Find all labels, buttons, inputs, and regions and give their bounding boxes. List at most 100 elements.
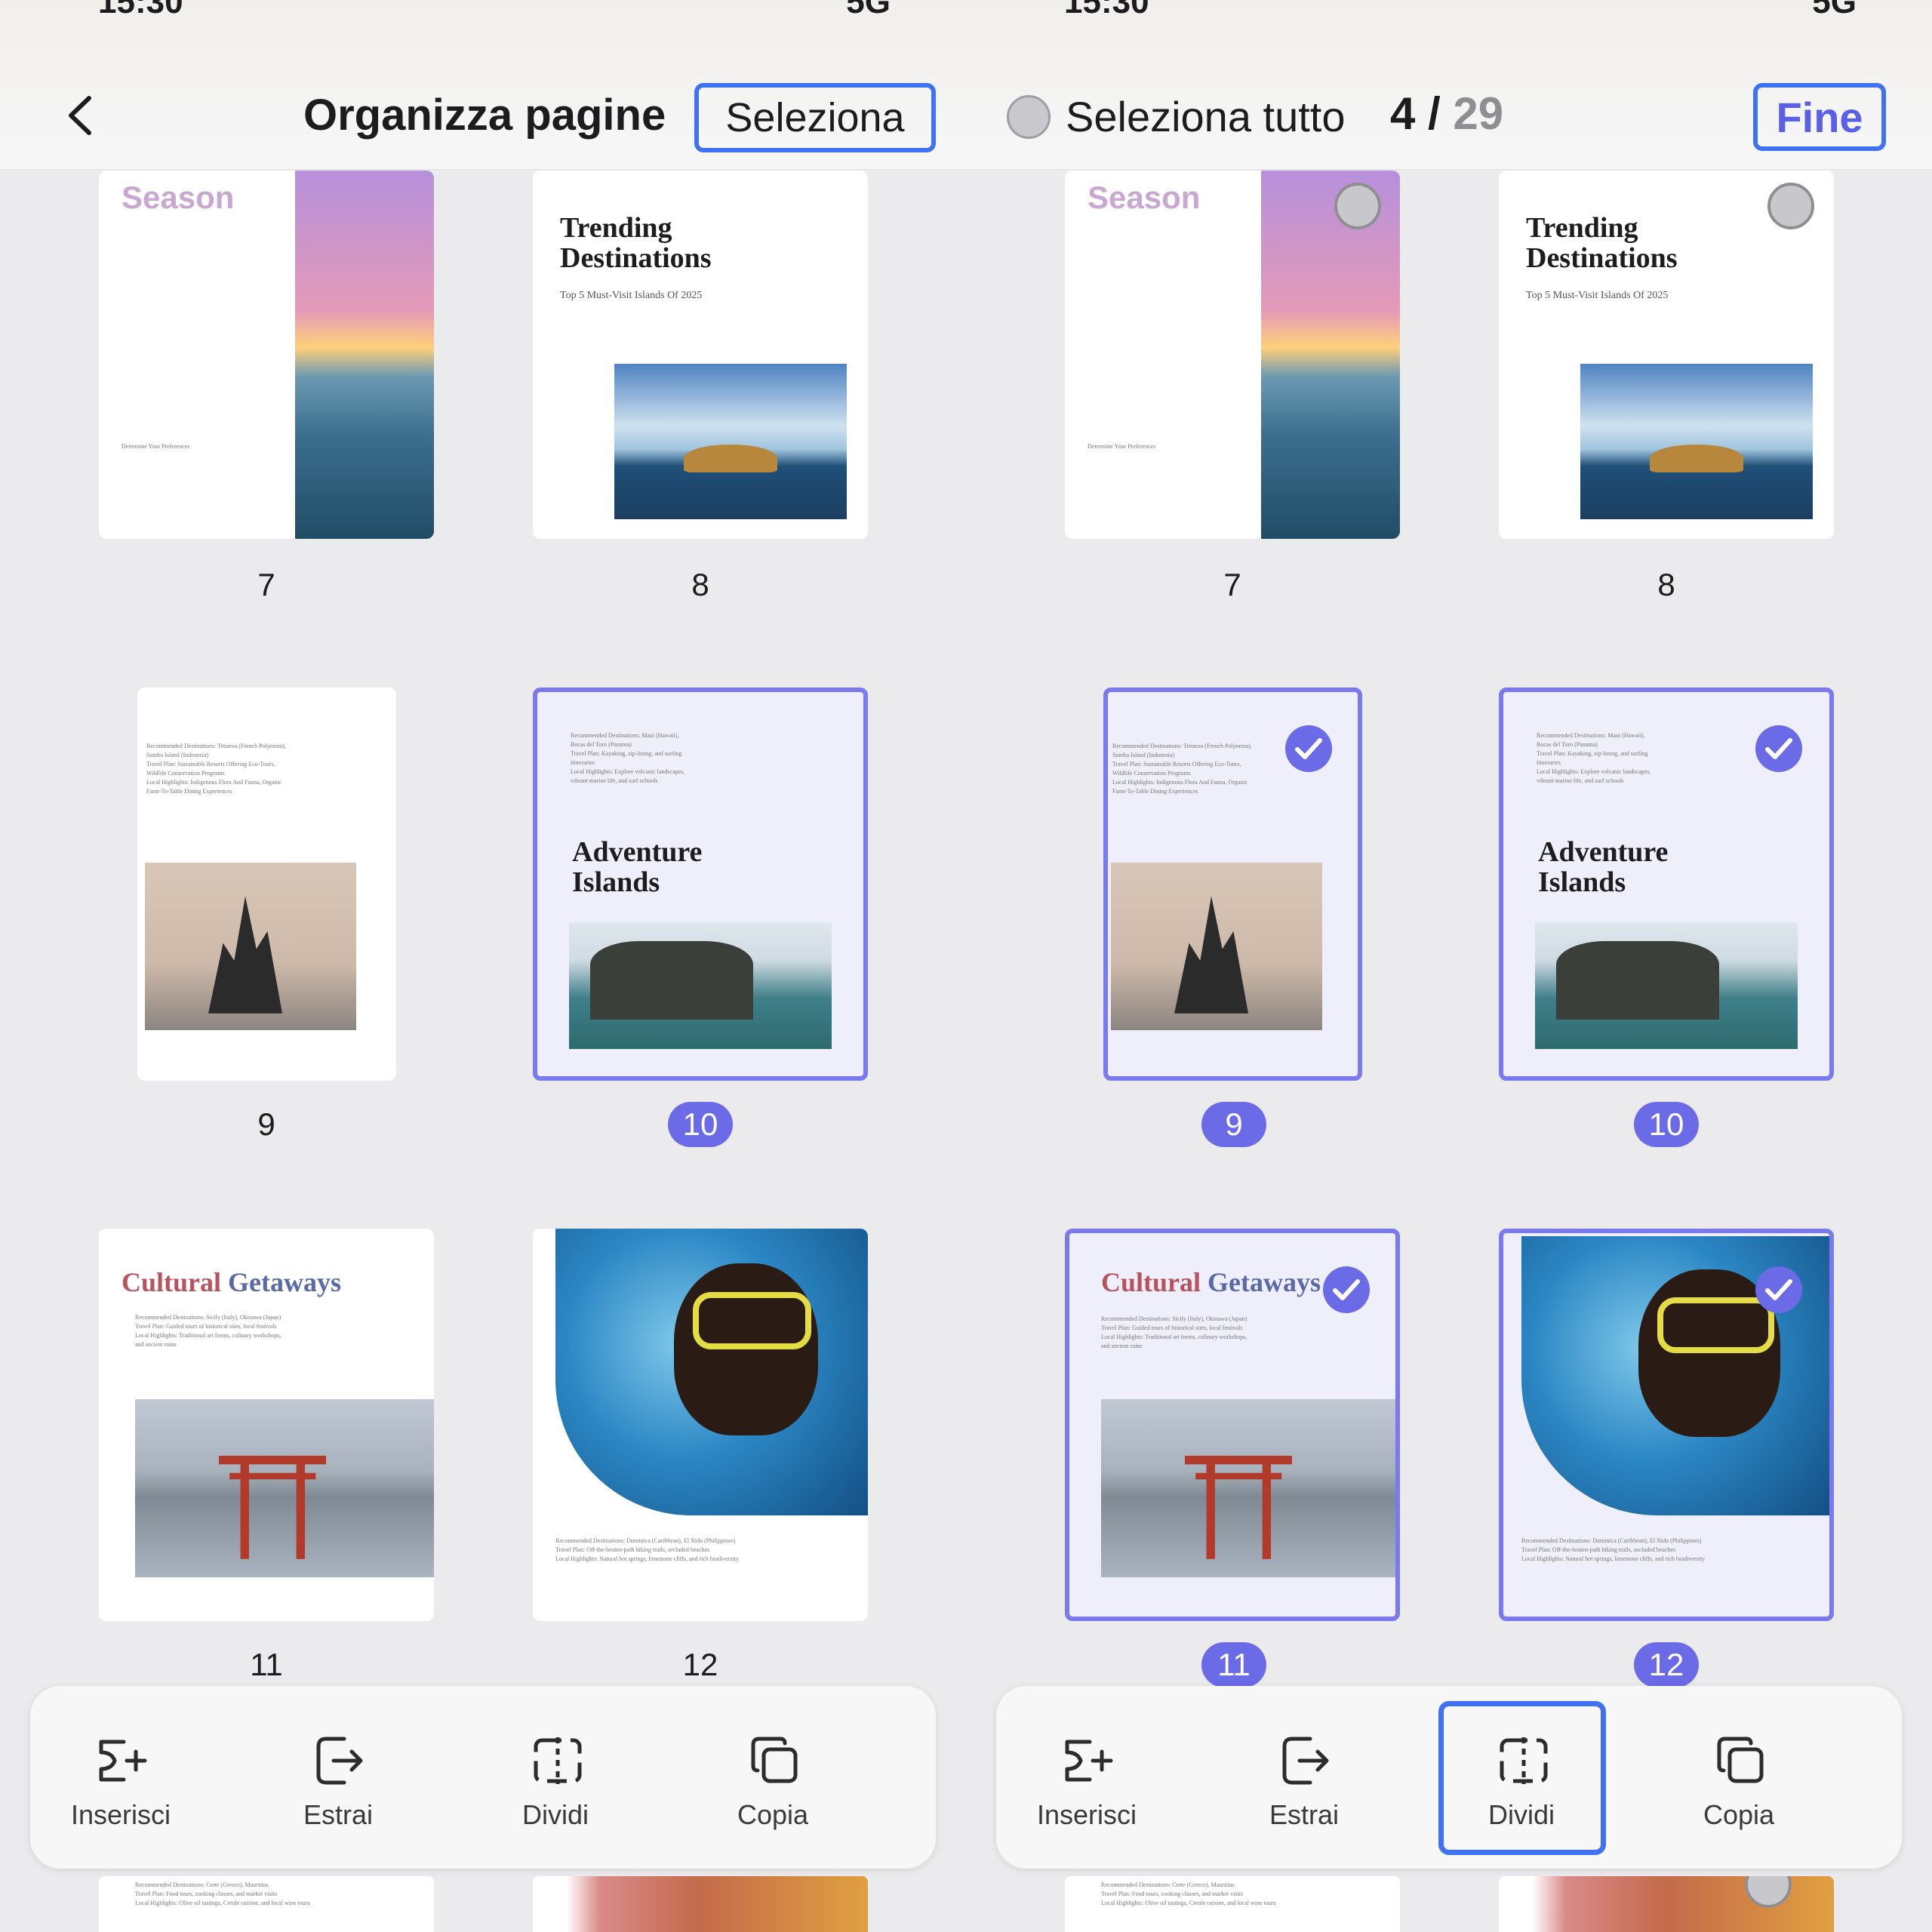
page-heading-line2: Islands [572, 866, 660, 898]
page-heading-line1: Adventure [572, 836, 703, 868]
copy-button[interactable]: Copia [682, 1686, 863, 1869]
rock-photo [1111, 863, 1322, 1030]
page-subheading: Determine Your Preferences [1088, 443, 1156, 450]
page-thumbnail-9[interactable]: Recommended Destinations: Tetiaroa (Fren… [1103, 688, 1362, 1081]
split-button[interactable]: Dividi [1431, 1686, 1612, 1869]
page-thumbnail-10[interactable]: Recommended Destinations: Maui (Hawaii),… [533, 688, 868, 1081]
text-line: Recommended Destinations: Tetiaroa (Fren… [1112, 743, 1252, 749]
page-thumbnail-14[interactable] [1499, 1876, 1834, 1932]
split-button[interactable]: Dividi [465, 1686, 646, 1869]
island-photo [614, 364, 847, 519]
text-line: Local Highlights: Traditional art forms,… [135, 1332, 281, 1339]
page-number-selected: 11 [1201, 1642, 1266, 1687]
text-line: Recommended Destinations: Maui (Hawaii), [1537, 732, 1645, 739]
text-line: Travel Plan: Guided tours of historical … [1101, 1324, 1243, 1331]
bottom-toolbar: Inserisci Estrai Dividi Copia [30, 1686, 936, 1869]
checkmark-icon[interactable] [1755, 1266, 1802, 1313]
page-thumbnail-7[interactable]: Season Determine Your Preferences [99, 171, 434, 539]
insert-label: Inserisci [1036, 1799, 1137, 1830]
select-circle-icon[interactable] [1745, 1876, 1792, 1908]
sunset-photo [1261, 171, 1400, 539]
top-bar: 15:30 5G Organizza pagine Seleziona [0, 0, 966, 170]
diving-mask [693, 1291, 812, 1349]
insert-icon [1065, 1740, 1113, 1782]
selected-count: 4 [1390, 88, 1416, 139]
select-button[interactable]: Seleziona [694, 83, 936, 152]
split-label: Dividi [521, 1799, 589, 1830]
page-heading: Cultural Getaways [122, 1266, 341, 1298]
extract-button[interactable]: Estrai [1214, 1686, 1395, 1869]
text-line: Farm-To-Table Dining Experiences [1112, 788, 1198, 795]
insert-button[interactable]: Inserisci [30, 1686, 211, 1869]
copy-icon [1717, 1737, 1764, 1783]
torii-gate-icon [218, 1455, 327, 1559]
checkmark-icon[interactable] [1285, 725, 1332, 772]
island-photo [1580, 364, 1813, 519]
page-thumbnail-11[interactable]: Cultural Getaways Recommended Destinatio… [99, 1229, 434, 1621]
text-line: Wildlife Conservation Programs [1112, 770, 1191, 777]
page-thumbnail-12[interactable]: Recommended Destinations: Dominica (Cari… [1499, 1229, 1834, 1621]
torii-photo [1101, 1399, 1395, 1577]
insert-button[interactable]: Inserisci [996, 1686, 1177, 1869]
total-count: 29 [1453, 88, 1504, 139]
page-number: 11 [250, 1647, 283, 1682]
extract-button[interactable]: Estrai [248, 1686, 429, 1869]
page-thumbnail-13[interactable]: Recommended Destinations: Crete (Greece)… [99, 1876, 434, 1932]
split-icon [534, 1737, 582, 1784]
page-thumbnail-11[interactable]: Cultural Getaways Recommended Destinatio… [1065, 1229, 1400, 1621]
text-line: Recommended Destinations: Dominica (Cari… [555, 1537, 736, 1544]
text-line: Local Highlights: Natural hot springs, l… [555, 1555, 740, 1562]
checkmark-icon[interactable] [1323, 1266, 1370, 1313]
rock-photo [145, 863, 356, 1030]
select-circle-icon[interactable] [1334, 183, 1381, 229]
copy-label: Copia [1703, 1799, 1775, 1830]
text-line: Recommended Destinations: Crete (Greece)… [135, 1881, 269, 1888]
status-time: 15:30 [98, 0, 183, 20]
select-circle-icon[interactable] [1767, 183, 1814, 229]
checkmark-icon[interactable] [1755, 725, 1802, 772]
selection-counter: 4 / 29 [1390, 88, 1503, 140]
page-thumbnail-13[interactable]: Recommended Destinations: Crete (Greece)… [1065, 1876, 1400, 1932]
page-heading-line2: Destinations [560, 242, 712, 274]
heading-word: Getaways [228, 1267, 341, 1297]
select-all-radio[interactable] [1007, 95, 1051, 139]
insert-label: Inserisci [70, 1799, 171, 1830]
torii-gate-icon [1184, 1455, 1293, 1559]
page-thumbnail-12[interactable]: Recommended Destinations: Dominica (Cari… [533, 1229, 868, 1621]
copy-label: Copia [737, 1799, 809, 1830]
text-line: Recommended Destinations: Dominica (Cari… [1521, 1537, 1702, 1544]
text-line: Local Highlights: Explore volcanic lands… [571, 768, 685, 775]
page-number-selected: 9 [1201, 1102, 1266, 1147]
text-line: Local Highlights: Indigenous Flora And F… [146, 779, 282, 786]
page-text: Recommended Destinations: Maui (Hawaii),… [1537, 731, 1778, 786]
split-icon [1500, 1737, 1548, 1784]
right-screen: 15:30 5G Seleziona tutto 4 / 29 Fine Sea… [966, 0, 1932, 1932]
back-chevron-icon[interactable] [65, 94, 95, 137]
text-line: Recommended Destinations: Tetiaroa (Fren… [146, 743, 286, 749]
text-line: Bocas del Toro (Panama) [1537, 741, 1598, 748]
text-line: and ancient ruins [1101, 1343, 1143, 1349]
copy-button[interactable]: Copia [1648, 1686, 1829, 1869]
page-number: 7 [257, 567, 275, 602]
select-all-label[interactable]: Seleziona tutto [1066, 91, 1345, 143]
page-number: 12 [682, 1647, 718, 1682]
extract-icon [1282, 1737, 1329, 1785]
page-thumbnail-7[interactable]: Season Determine Your Preferences [1065, 171, 1400, 539]
page-number: 9 [257, 1106, 275, 1142]
done-button[interactable]: Fine [1753, 83, 1886, 151]
copy-icon [751, 1737, 798, 1783]
page-text: Recommended Destinations: Maui (Hawaii),… [571, 731, 812, 786]
page-text: Recommended Destinations: Crete (Greece)… [135, 1881, 422, 1908]
text-line: Farm-To-Table Dining Experiences [146, 788, 232, 795]
text-line: Local Highlights: Natural hot springs, l… [1521, 1555, 1706, 1562]
page-thumbnail-9[interactable]: Recommended Destinations: Tetiaroa (Fren… [137, 688, 396, 1081]
page-thumbnail-8[interactable]: Trending Destinations Top 5 Must-Visit I… [1499, 171, 1834, 539]
page-thumbnail-8[interactable]: Trending Destinations Top 5 Must-Visit I… [533, 171, 868, 539]
text-line: Travel Plan: Food tours, cooking classes… [135, 1890, 278, 1897]
page-thumbnail-14[interactable] [533, 1876, 868, 1932]
sunset-photo [295, 171, 434, 539]
page-thumbnail-10[interactable]: Recommended Destinations: Maui (Hawaii),… [1499, 688, 1834, 1081]
sea-arch-photo [569, 922, 832, 1049]
diving-mask [1657, 1297, 1774, 1354]
status-time: 15:30 [1064, 0, 1149, 20]
